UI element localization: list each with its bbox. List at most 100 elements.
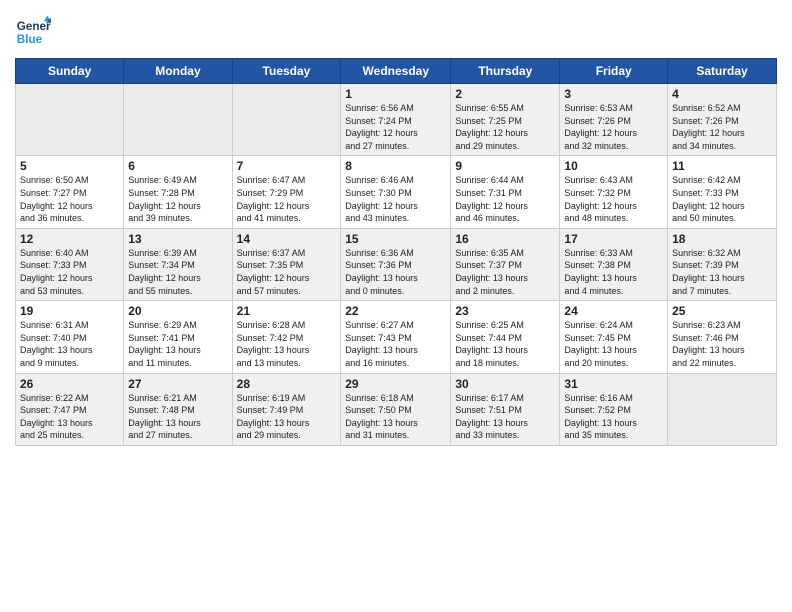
day-info: Sunrise: 6:29 AM Sunset: 7:41 PM Dayligh… xyxy=(128,319,227,369)
day-info: Sunrise: 6:24 AM Sunset: 7:45 PM Dayligh… xyxy=(564,319,663,369)
day-info: Sunrise: 6:16 AM Sunset: 7:52 PM Dayligh… xyxy=(564,392,663,442)
day-number: 24 xyxy=(564,304,663,318)
calendar-day-cell: 26Sunrise: 6:22 AM Sunset: 7:47 PM Dayli… xyxy=(16,373,124,445)
calendar-day-cell: 23Sunrise: 6:25 AM Sunset: 7:44 PM Dayli… xyxy=(451,301,560,373)
day-number: 25 xyxy=(672,304,772,318)
day-number: 30 xyxy=(455,377,555,391)
calendar-week-row: 12Sunrise: 6:40 AM Sunset: 7:33 PM Dayli… xyxy=(16,228,777,300)
calendar-week-row: 19Sunrise: 6:31 AM Sunset: 7:40 PM Dayli… xyxy=(16,301,777,373)
calendar-day-cell: 12Sunrise: 6:40 AM Sunset: 7:33 PM Dayli… xyxy=(16,228,124,300)
calendar-empty-cell xyxy=(124,84,232,156)
calendar-day-cell: 17Sunrise: 6:33 AM Sunset: 7:38 PM Dayli… xyxy=(560,228,668,300)
day-number: 14 xyxy=(237,232,337,246)
day-number: 16 xyxy=(455,232,555,246)
day-info: Sunrise: 6:19 AM Sunset: 7:49 PM Dayligh… xyxy=(237,392,337,442)
day-number: 27 xyxy=(128,377,227,391)
day-info: Sunrise: 6:35 AM Sunset: 7:37 PM Dayligh… xyxy=(455,247,555,297)
weekday-header-saturday: Saturday xyxy=(668,59,777,84)
day-info: Sunrise: 6:33 AM Sunset: 7:38 PM Dayligh… xyxy=(564,247,663,297)
calendar-header-row: SundayMondayTuesdayWednesdayThursdayFrid… xyxy=(16,59,777,84)
calendar-day-cell: 22Sunrise: 6:27 AM Sunset: 7:43 PM Dayli… xyxy=(341,301,451,373)
day-number: 5 xyxy=(20,159,119,173)
day-info: Sunrise: 6:50 AM Sunset: 7:27 PM Dayligh… xyxy=(20,174,119,224)
day-number: 4 xyxy=(672,87,772,101)
day-number: 31 xyxy=(564,377,663,391)
svg-text:Blue: Blue xyxy=(17,33,43,46)
page: General Blue SundayMondayTuesdayWednesda… xyxy=(0,0,792,612)
calendar-day-cell: 24Sunrise: 6:24 AM Sunset: 7:45 PM Dayli… xyxy=(560,301,668,373)
logo-icon: General Blue xyxy=(15,14,51,50)
calendar-day-cell: 30Sunrise: 6:17 AM Sunset: 7:51 PM Dayli… xyxy=(451,373,560,445)
header: General Blue xyxy=(15,10,777,50)
calendar-day-cell: 9Sunrise: 6:44 AM Sunset: 7:31 PM Daylig… xyxy=(451,156,560,228)
weekday-header-sunday: Sunday xyxy=(16,59,124,84)
day-info: Sunrise: 6:52 AM Sunset: 7:26 PM Dayligh… xyxy=(672,102,772,152)
calendar-day-cell: 21Sunrise: 6:28 AM Sunset: 7:42 PM Dayli… xyxy=(232,301,341,373)
day-number: 28 xyxy=(237,377,337,391)
day-number: 26 xyxy=(20,377,119,391)
weekday-header-thursday: Thursday xyxy=(451,59,560,84)
day-number: 8 xyxy=(345,159,446,173)
day-number: 29 xyxy=(345,377,446,391)
day-info: Sunrise: 6:27 AM Sunset: 7:43 PM Dayligh… xyxy=(345,319,446,369)
day-number: 1 xyxy=(345,87,446,101)
day-number: 21 xyxy=(237,304,337,318)
day-info: Sunrise: 6:47 AM Sunset: 7:29 PM Dayligh… xyxy=(237,174,337,224)
logo: General Blue xyxy=(15,14,25,50)
calendar-day-cell: 1Sunrise: 6:56 AM Sunset: 7:24 PM Daylig… xyxy=(341,84,451,156)
calendar-day-cell: 18Sunrise: 6:32 AM Sunset: 7:39 PM Dayli… xyxy=(668,228,777,300)
calendar-day-cell: 8Sunrise: 6:46 AM Sunset: 7:30 PM Daylig… xyxy=(341,156,451,228)
day-number: 10 xyxy=(564,159,663,173)
calendar-day-cell: 5Sunrise: 6:50 AM Sunset: 7:27 PM Daylig… xyxy=(16,156,124,228)
day-number: 6 xyxy=(128,159,227,173)
calendar-empty-cell xyxy=(668,373,777,445)
day-info: Sunrise: 6:23 AM Sunset: 7:46 PM Dayligh… xyxy=(672,319,772,369)
calendar-day-cell: 2Sunrise: 6:55 AM Sunset: 7:25 PM Daylig… xyxy=(451,84,560,156)
calendar-day-cell: 11Sunrise: 6:42 AM Sunset: 7:33 PM Dayli… xyxy=(668,156,777,228)
calendar-week-row: 26Sunrise: 6:22 AM Sunset: 7:47 PM Dayli… xyxy=(16,373,777,445)
day-number: 20 xyxy=(128,304,227,318)
day-info: Sunrise: 6:56 AM Sunset: 7:24 PM Dayligh… xyxy=(345,102,446,152)
calendar-day-cell: 15Sunrise: 6:36 AM Sunset: 7:36 PM Dayli… xyxy=(341,228,451,300)
day-info: Sunrise: 6:17 AM Sunset: 7:51 PM Dayligh… xyxy=(455,392,555,442)
day-info: Sunrise: 6:53 AM Sunset: 7:26 PM Dayligh… xyxy=(564,102,663,152)
day-info: Sunrise: 6:49 AM Sunset: 7:28 PM Dayligh… xyxy=(128,174,227,224)
day-number: 15 xyxy=(345,232,446,246)
day-info: Sunrise: 6:40 AM Sunset: 7:33 PM Dayligh… xyxy=(20,247,119,297)
day-info: Sunrise: 6:28 AM Sunset: 7:42 PM Dayligh… xyxy=(237,319,337,369)
day-number: 9 xyxy=(455,159,555,173)
day-number: 23 xyxy=(455,304,555,318)
calendar-day-cell: 20Sunrise: 6:29 AM Sunset: 7:41 PM Dayli… xyxy=(124,301,232,373)
calendar-day-cell: 13Sunrise: 6:39 AM Sunset: 7:34 PM Dayli… xyxy=(124,228,232,300)
calendar-week-row: 5Sunrise: 6:50 AM Sunset: 7:27 PM Daylig… xyxy=(16,156,777,228)
day-number: 3 xyxy=(564,87,663,101)
calendar-day-cell: 19Sunrise: 6:31 AM Sunset: 7:40 PM Dayli… xyxy=(16,301,124,373)
day-number: 13 xyxy=(128,232,227,246)
day-info: Sunrise: 6:46 AM Sunset: 7:30 PM Dayligh… xyxy=(345,174,446,224)
day-info: Sunrise: 6:55 AM Sunset: 7:25 PM Dayligh… xyxy=(455,102,555,152)
day-number: 11 xyxy=(672,159,772,173)
calendar-day-cell: 27Sunrise: 6:21 AM Sunset: 7:48 PM Dayli… xyxy=(124,373,232,445)
calendar-day-cell: 4Sunrise: 6:52 AM Sunset: 7:26 PM Daylig… xyxy=(668,84,777,156)
day-info: Sunrise: 6:21 AM Sunset: 7:48 PM Dayligh… xyxy=(128,392,227,442)
day-number: 7 xyxy=(237,159,337,173)
calendar-day-cell: 3Sunrise: 6:53 AM Sunset: 7:26 PM Daylig… xyxy=(560,84,668,156)
svg-text:General: General xyxy=(17,20,51,33)
day-number: 2 xyxy=(455,87,555,101)
day-info: Sunrise: 6:44 AM Sunset: 7:31 PM Dayligh… xyxy=(455,174,555,224)
day-info: Sunrise: 6:39 AM Sunset: 7:34 PM Dayligh… xyxy=(128,247,227,297)
calendar-table: SundayMondayTuesdayWednesdayThursdayFrid… xyxy=(15,58,777,446)
weekday-header-tuesday: Tuesday xyxy=(232,59,341,84)
calendar-day-cell: 7Sunrise: 6:47 AM Sunset: 7:29 PM Daylig… xyxy=(232,156,341,228)
day-info: Sunrise: 6:36 AM Sunset: 7:36 PM Dayligh… xyxy=(345,247,446,297)
calendar-day-cell: 29Sunrise: 6:18 AM Sunset: 7:50 PM Dayli… xyxy=(341,373,451,445)
calendar-day-cell: 25Sunrise: 6:23 AM Sunset: 7:46 PM Dayli… xyxy=(668,301,777,373)
calendar-day-cell: 28Sunrise: 6:19 AM Sunset: 7:49 PM Dayli… xyxy=(232,373,341,445)
calendar-day-cell: 31Sunrise: 6:16 AM Sunset: 7:52 PM Dayli… xyxy=(560,373,668,445)
calendar-day-cell: 6Sunrise: 6:49 AM Sunset: 7:28 PM Daylig… xyxy=(124,156,232,228)
day-number: 12 xyxy=(20,232,119,246)
weekday-header-monday: Monday xyxy=(124,59,232,84)
calendar-empty-cell xyxy=(232,84,341,156)
calendar-empty-cell xyxy=(16,84,124,156)
calendar-week-row: 1Sunrise: 6:56 AM Sunset: 7:24 PM Daylig… xyxy=(16,84,777,156)
